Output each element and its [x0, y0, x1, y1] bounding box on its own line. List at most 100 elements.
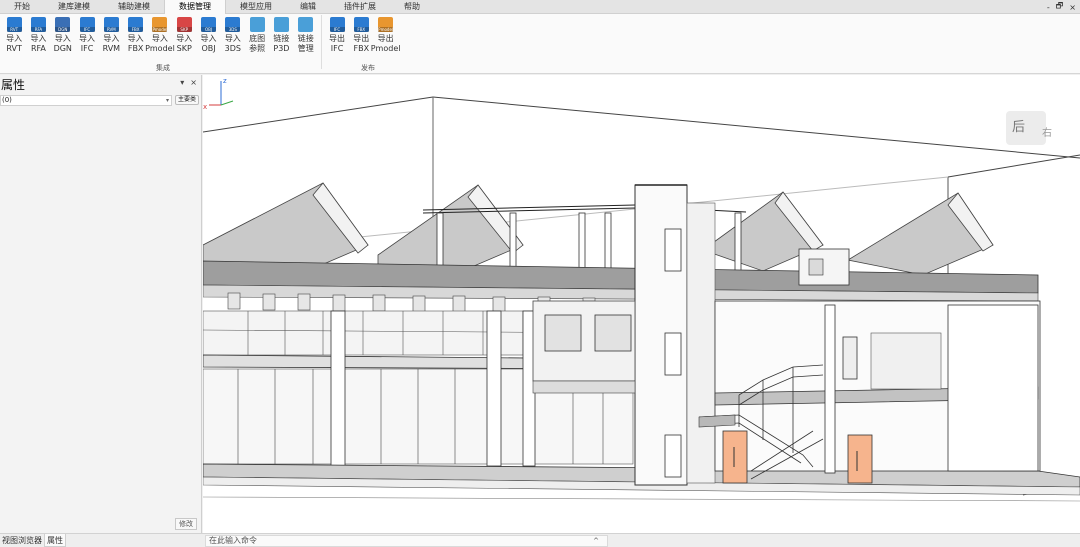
export-pmodel-button[interactable]: Pmodel 导出 Pmodel	[371, 17, 400, 63]
icon-tag: 3DS	[225, 27, 241, 32]
view-cube-side: 右	[1042, 128, 1052, 139]
link-manage-button[interactable]: 链接 管理	[294, 17, 318, 63]
view-cube-face: 后	[1012, 120, 1026, 135]
chevron-down-icon: ▾	[165, 97, 169, 104]
button-label-2: 管理	[297, 44, 314, 53]
import-obj-button[interactable]: OBJ 导入 OBJ	[196, 17, 220, 63]
status-bar: 视图浏览器 属性 在此输入命令 ^	[0, 533, 1080, 547]
button-label-2: 3DS	[224, 44, 241, 53]
command-input[interactable]: 在此输入命令 ^	[205, 535, 608, 547]
button-label-2: DGN	[53, 44, 72, 53]
export-fbx-icon: FBX	[353, 17, 369, 32]
import-rvm-button[interactable]: RVM 导入 RVM	[99, 17, 123, 63]
axis-label-z: z	[223, 77, 227, 85]
bottom-tab-0[interactable]: 视图浏览器	[0, 534, 44, 547]
button-label-2: FBX	[353, 44, 370, 53]
import-ifc-button[interactable]: IFC 导入 IFC	[75, 17, 99, 63]
import-rfa-button[interactable]: RFA 导入 RFA	[26, 17, 50, 63]
modify-button[interactable]: 修改	[175, 518, 197, 530]
menu-tab-4[interactable]: 模型应用	[226, 0, 286, 14]
window-controls: - 🗗 ×	[1047, 0, 1076, 14]
button-label-2: Pmodel	[370, 44, 401, 53]
button-label-1: 导入	[30, 34, 47, 43]
minimize-icon[interactable]: -	[1047, 3, 1050, 12]
button-label-2: FBX	[127, 44, 144, 53]
import-fbx-button[interactable]: FBX 导入 FBX	[123, 17, 147, 63]
icon-tag: SKP	[176, 27, 192, 32]
close-icon[interactable]: ×	[1069, 3, 1076, 12]
button-label-2: RVM	[102, 44, 121, 53]
button-label-2: IFC	[80, 44, 94, 53]
menu-tab-3[interactable]: 数据管理	[164, 0, 226, 14]
basemap-reference-button[interactable]: 底图 参照	[245, 17, 269, 63]
button-label-2: 参照	[249, 44, 266, 53]
button-label-2: RVT	[6, 44, 22, 53]
icon-tag: Pmodel	[152, 27, 168, 32]
button-label-1: 导入	[200, 34, 217, 43]
export-ifc-icon: IFC	[329, 17, 345, 32]
button-label-2: Pmodel	[145, 44, 175, 53]
button-label-2: SKP	[176, 44, 192, 53]
panel-title: 属性	[1, 78, 26, 92]
menu-tab-7[interactable]: 帮助	[390, 0, 434, 14]
import-fbx-icon: FBX	[128, 17, 144, 32]
axis-indicator: z x	[203, 77, 234, 111]
link-p3d-button[interactable]: 链接 P3D	[269, 17, 293, 63]
import-rvt-button[interactable]: RVT 导入 RVT	[2, 17, 26, 63]
icon-tag: Pmodel	[378, 27, 394, 32]
group-label-integrate: 集成	[156, 64, 170, 72]
bottom-tabs: 视图浏览器 属性	[0, 534, 66, 547]
3d-viewport[interactable]: 后 右 z x	[203, 75, 1080, 533]
button-label-2: OBJ	[201, 44, 216, 53]
import-rvt-icon: RVT	[6, 17, 22, 32]
button-label-1: 导出	[329, 34, 345, 43]
button-label-1: 导出	[353, 34, 370, 43]
menu-tab-1[interactable]: 建库建模	[44, 0, 104, 14]
import-rvm-icon: RVM	[103, 17, 119, 32]
type-selector[interactable]: (0) ▾	[0, 95, 172, 106]
import-skp-icon: SKP	[176, 17, 192, 32]
building-model	[203, 96, 1080, 502]
menu-tab-6[interactable]: 插件扩展	[330, 0, 390, 14]
bottom-tab-1[interactable]: 属性	[44, 534, 66, 547]
import-3ds-icon: 3DS	[225, 17, 241, 32]
icon-tag: OBJ	[201, 27, 217, 32]
command-placeholder: 在此输入命令	[209, 536, 257, 545]
import-pmodel-button[interactable]: Pmodel 导入 Pmodel	[145, 17, 175, 63]
import-rfa-icon: RFA	[30, 17, 46, 32]
ribbon: RVT 导入 RVT RFA 导入 RFA DGN 导入 DGN IFC 导入 IFC RVM 导入 RVM…	[0, 14, 1080, 74]
button-label-1: 导入	[151, 34, 168, 43]
import-3ds-button[interactable]: 3DS 导入 3DS	[221, 17, 245, 63]
type-selector-value: (0)	[2, 96, 12, 104]
edit-type-button[interactable]: 主要类	[175, 95, 199, 105]
import-dgn-button[interactable]: DGN 导入 DGN	[51, 17, 75, 63]
button-label-2: P3D	[273, 44, 290, 53]
link-p3d-icon	[273, 17, 289, 32]
restore-icon[interactable]: 🗗	[1056, 0, 1064, 14]
icon-tag: RFA	[30, 27, 46, 32]
group-divider	[320, 15, 322, 69]
export-ifc-button[interactable]: IFC 导出 IFC	[325, 17, 349, 63]
panel-close-icon[interactable]: ×	[190, 78, 197, 87]
icon-tag: DGN	[55, 27, 71, 32]
import-obj-icon: OBJ	[201, 17, 217, 32]
button-label-1: 导入	[176, 34, 193, 43]
menu-tab-5[interactable]: 编辑	[286, 0, 330, 14]
chevron-up-icon[interactable]: ^	[593, 536, 599, 546]
icon-tag: IFC	[329, 27, 345, 32]
panel-controls: ▾ ×	[180, 78, 197, 87]
link-manage-icon	[298, 17, 314, 32]
button-label-2: IFC	[330, 44, 344, 53]
export-pmodel-icon: Pmodel	[378, 17, 394, 32]
import-ifc-icon: IFC	[79, 17, 95, 32]
export-fbx-button[interactable]: FBX 导出 FBX	[349, 17, 373, 63]
import-skp-button[interactable]: SKP 导入 SKP	[172, 17, 196, 63]
menu-tab-0[interactable]: 开始	[0, 0, 44, 14]
menu-tab-2[interactable]: 辅助建模	[104, 0, 164, 14]
button-label-2: RFA	[30, 44, 46, 53]
view-cube[interactable]: 后 右	[1006, 111, 1052, 145]
button-label-1: 导入	[6, 34, 23, 43]
button-label-1: 导入	[54, 34, 71, 43]
ribbon-tools: RVT 导入 RVT RFA 导入 RFA DGN 导入 DGN IFC 导入 IFC RVM 导入 RVM…	[2, 15, 400, 69]
pin-icon[interactable]: ▾	[180, 78, 184, 87]
